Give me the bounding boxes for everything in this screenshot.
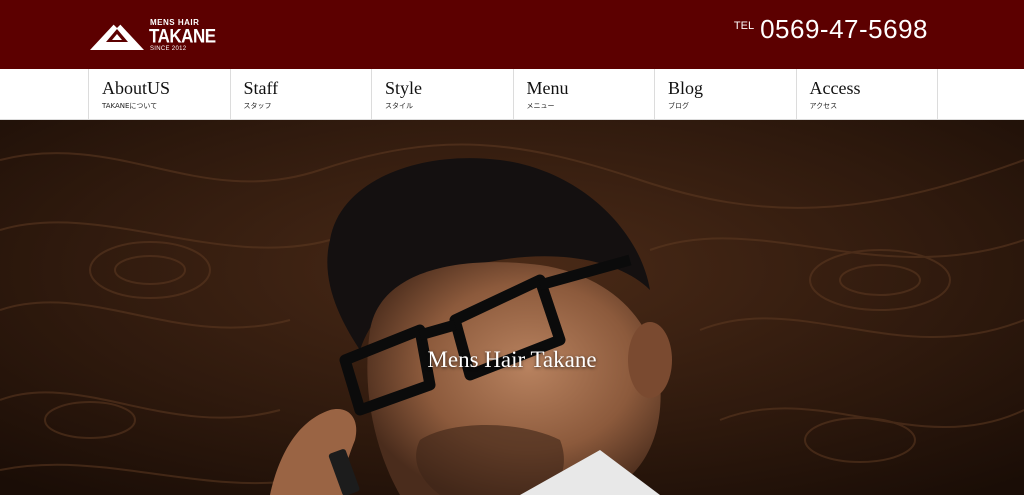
logo-since: SINCE 2012 bbox=[150, 46, 187, 52]
nav-item-access[interactable]: Access アクセス bbox=[797, 69, 938, 120]
nav-item-sublabel: TAKANEについて bbox=[102, 102, 158, 110]
nav-item-sublabel: メニュー bbox=[526, 102, 555, 110]
nav-item-blog[interactable]: Blog ブログ bbox=[655, 69, 797, 120]
nav-item-style[interactable]: Style スタイル bbox=[372, 69, 514, 120]
nav-item-sublabel: スタッフ bbox=[243, 102, 272, 110]
nav-item-aboutus[interactable]: AboutUS TAKANEについて bbox=[89, 69, 231, 120]
nav-item-menu[interactable]: Menu メニュー bbox=[514, 69, 655, 120]
nav-item-sublabel: アクセス bbox=[809, 102, 838, 110]
nav-item-label: Blog bbox=[668, 78, 704, 98]
nav-item-label: Menu bbox=[526, 78, 569, 98]
nav-item-label: Staff bbox=[243, 78, 279, 98]
hero-photo bbox=[0, 120, 1024, 495]
site-header: MENS HAIR TAKANE SINCE 2012 TEL 0569-47-… bbox=[0, 0, 1024, 69]
mountain-logo-icon bbox=[90, 21, 144, 50]
nav-item-sublabel: ブログ bbox=[668, 102, 689, 110]
nav-item-sublabel: スタイル bbox=[385, 102, 413, 110]
nav-item-staff[interactable]: Staff スタッフ bbox=[231, 69, 372, 120]
phone-number[interactable]: TEL 0569-47-5698 bbox=[734, 14, 928, 45]
nav-item-label: Access bbox=[809, 78, 861, 98]
hero-title: Mens Hair Takane bbox=[427, 347, 597, 372]
logo-name: TAKANE bbox=[149, 25, 216, 47]
site-logo[interactable]: MENS HAIR TAKANE SINCE 2012 bbox=[88, 16, 218, 52]
hero-banner: Mens Hair Takane bbox=[0, 120, 1024, 495]
nav-item-label: AboutUS bbox=[102, 78, 171, 98]
main-navigation: AboutUS TAKANEについて Staff スタッフ Style スタイル… bbox=[0, 69, 1024, 120]
nav-list: AboutUS TAKANEについて Staff スタッフ Style スタイル… bbox=[88, 69, 938, 120]
tel-number: 0569-47-5698 bbox=[760, 14, 928, 44]
tel-label: TEL bbox=[733, 20, 755, 32]
nav-item-label: Style bbox=[385, 78, 423, 98]
